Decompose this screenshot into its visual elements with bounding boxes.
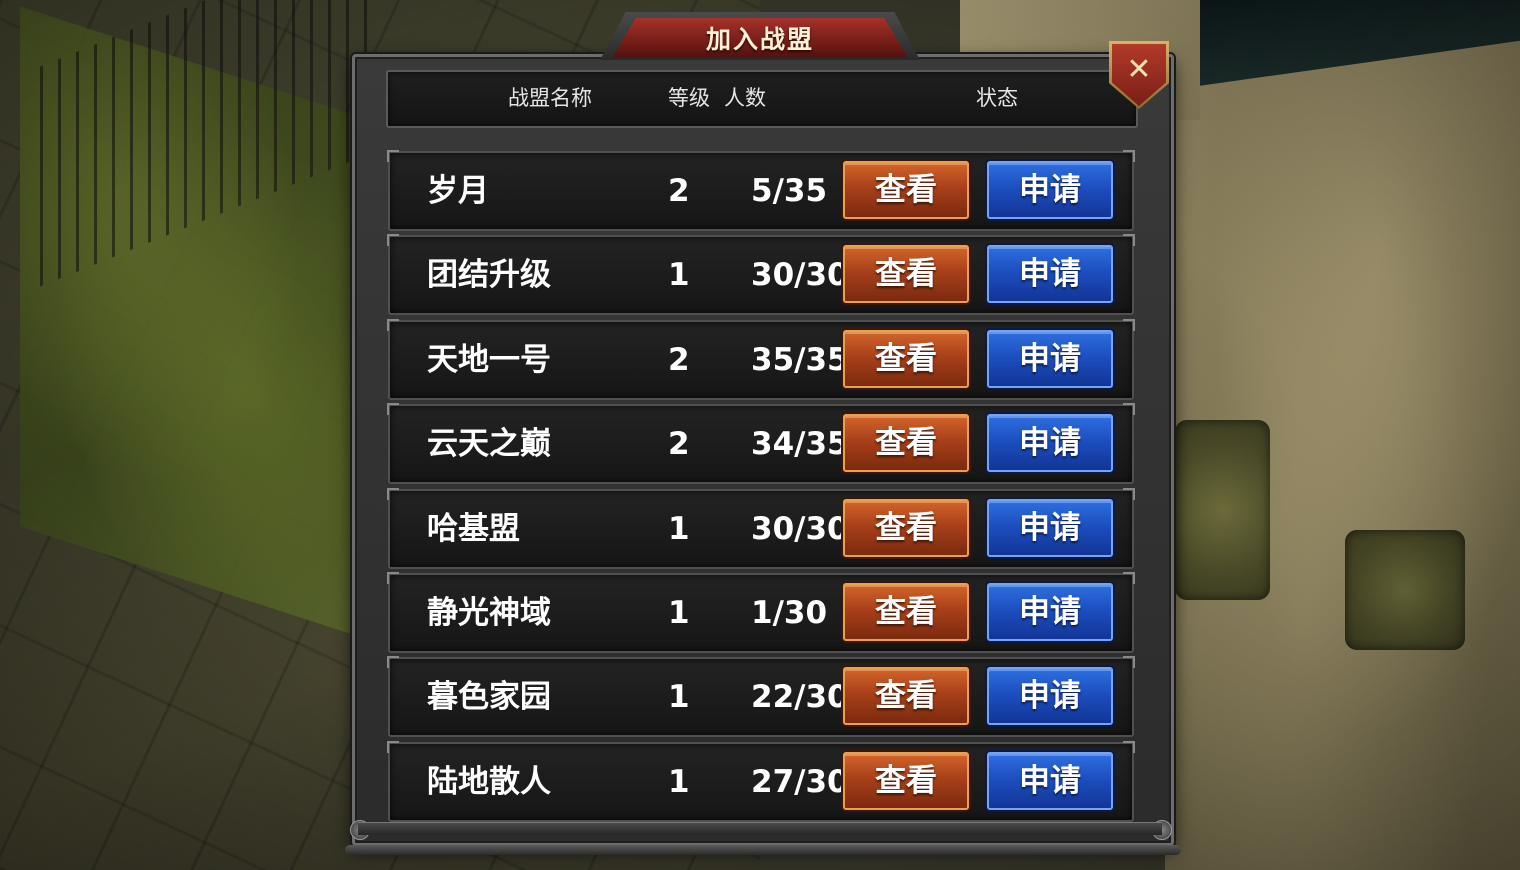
alliance-members: 27/30 — [751, 763, 849, 800]
alliance-members: 34/35 — [751, 426, 849, 463]
alliance-row: 岁月 2 5/35 查看 申请 — [387, 150, 1135, 231]
header-alliance-name: 战盟名称 — [508, 86, 592, 110]
alliance-name: 暮色家园 — [427, 679, 551, 716]
alliance-name: 静光神域 — [427, 594, 551, 631]
alliance-members: 35/35 — [751, 341, 849, 378]
alliance-level: 1 — [668, 679, 690, 716]
apply-button[interactable]: 申请 — [987, 667, 1113, 726]
alliance-members: 22/30 — [751, 679, 849, 716]
alliance-list: 岁月 2 5/35 查看 申请 团结升级 1 30/30 查看 申请 天地一号 … — [387, 150, 1135, 826]
apply-button[interactable]: 申请 — [987, 414, 1113, 473]
alliance-members: 1/30 — [751, 594, 828, 631]
apply-button[interactable]: 申请 — [987, 582, 1113, 641]
alliance-row: 哈基盟 1 30/30 查看 申请 — [387, 487, 1135, 569]
alliance-row: 陆地散人 1 27/30 查看 申请 — [387, 740, 1135, 822]
view-button[interactable]: 查看 — [843, 245, 969, 304]
header-status: 状态 — [976, 86, 1018, 110]
close-x-icon: ✕ — [1126, 52, 1152, 87]
alliance-level: 1 — [668, 594, 690, 631]
alliance-row: 暮色家园 1 22/30 查看 申请 — [387, 656, 1135, 738]
alliance-name: 云天之巅 — [427, 426, 551, 463]
header-level: 等级 — [668, 86, 710, 110]
alliance-name: 哈基盟 — [427, 510, 520, 547]
view-button[interactable]: 查看 — [843, 498, 969, 557]
alliance-row: 云天之巅 2 34/35 查看 申请 — [387, 403, 1135, 485]
alliance-level: 1 — [668, 257, 690, 294]
view-button[interactable]: 查看 — [843, 329, 969, 388]
apply-button[interactable]: 申请 — [987, 751, 1113, 810]
dialog-title: 加入战盟 — [705, 25, 814, 54]
view-button[interactable]: 查看 — [843, 414, 969, 473]
alliance-members: 30/30 — [751, 510, 849, 547]
alliance-level: 2 — [668, 426, 690, 463]
apply-button[interactable]: 申请 — [987, 245, 1113, 304]
view-button[interactable]: 查看 — [843, 582, 969, 641]
header-members: 人数 — [724, 86, 766, 110]
apply-button[interactable]: 申请 — [987, 498, 1113, 557]
apply-button[interactable]: 申请 — [987, 161, 1113, 219]
alliance-level: 1 — [668, 510, 690, 547]
alliance-level: 2 — [668, 341, 690, 378]
alliance-row: 天地一号 2 35/35 查看 申请 — [387, 318, 1135, 400]
apply-button[interactable]: 申请 — [987, 329, 1113, 388]
title-banner: 加入战盟 — [612, 18, 908, 58]
view-button[interactable]: 查看 — [843, 161, 969, 219]
alliance-members: 5/35 — [751, 173, 828, 209]
alliance-name: 岁月 — [427, 173, 489, 209]
alliance-level: 1 — [668, 763, 690, 800]
alliance-row: 团结升级 1 30/30 查看 申请 — [387, 234, 1135, 316]
alliance-name: 陆地散人 — [427, 763, 551, 800]
alliance-name: 天地一号 — [427, 341, 551, 378]
close-button[interactable]: ✕ — [1109, 41, 1169, 109]
alliance-row: 静光神域 1 1/30 查看 申请 — [387, 571, 1135, 653]
alliance-level: 2 — [668, 173, 690, 209]
alliance-members: 30/30 — [751, 257, 849, 294]
view-button[interactable]: 查看 — [843, 751, 969, 810]
view-button[interactable]: 查看 — [843, 667, 969, 726]
alliance-name: 团结升级 — [427, 257, 551, 294]
